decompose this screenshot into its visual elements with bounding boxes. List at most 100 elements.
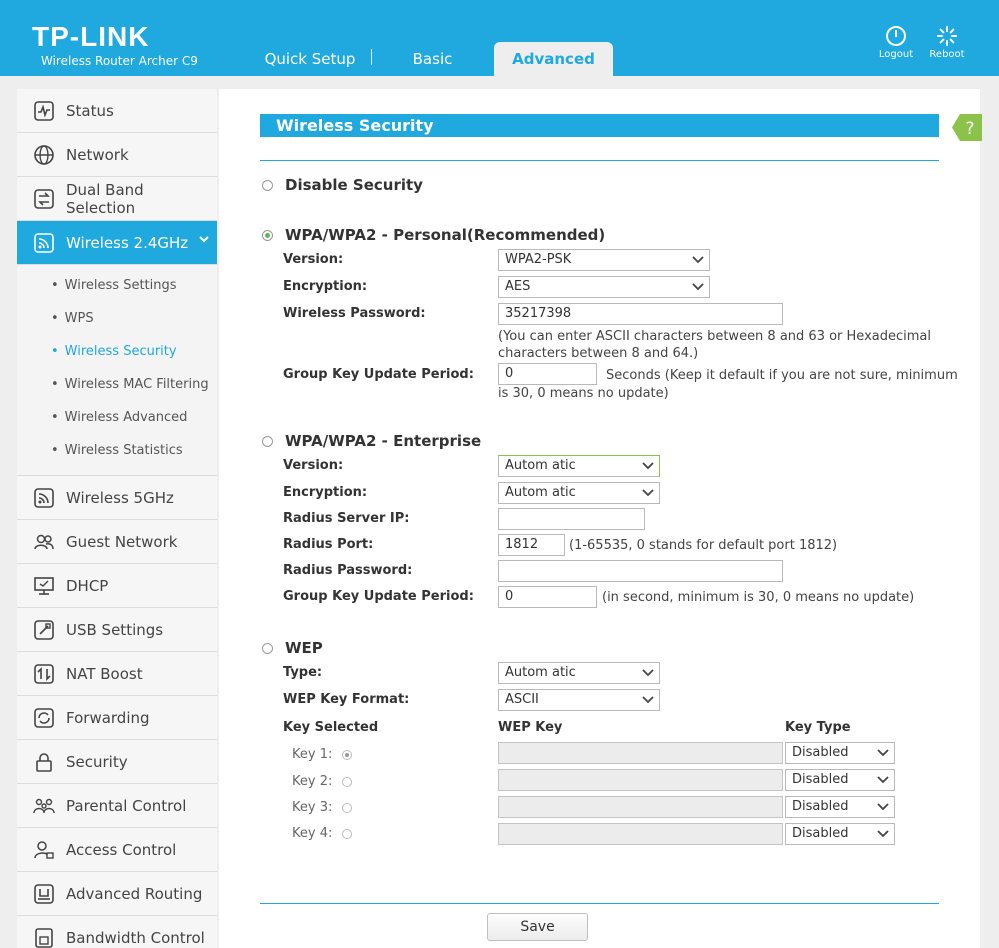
power-icon <box>886 26 906 46</box>
tab-separator <box>371 49 372 65</box>
swap-arrows-icon <box>34 188 54 209</box>
wpa-personal-option[interactable]: WPA/WPA2 - Personal(Recommended) <box>262 226 605 244</box>
col-key-type: Key Type <box>785 720 851 735</box>
sidebar-label: Parental Control <box>66 796 187 815</box>
key-4-type-select[interactable]: Disabled <box>785 823 895 845</box>
wireless-password-label: Wireless Password: <box>283 306 426 321</box>
tab-quick-setup[interactable]: Quick Setup <box>250 42 370 76</box>
sidebar-item-guest-network[interactable]: Guest Network <box>17 520 217 564</box>
wifi-icon <box>34 487 54 508</box>
sub-item-wps[interactable]: WPS <box>17 302 217 335</box>
wep-key-format-label: WEP Key Format: <box>283 692 410 707</box>
sidebar-item-dhcp[interactable]: DHCP <box>17 564 217 608</box>
radius-server-ip-label: Radius Server IP: <box>283 511 410 526</box>
sidebar-label: NAT Boost <box>66 664 143 683</box>
col-wep-key: WEP Key <box>498 720 563 735</box>
password-note-line-1: (You can enter ASCII characters between … <box>498 329 931 344</box>
wep-option[interactable]: WEP <box>262 639 323 657</box>
radius-port-input[interactable]: 1812 <box>498 534 565 556</box>
enterprise-gkup-input[interactable]: 0 <box>498 586 597 608</box>
sidebar-item-advanced-routing[interactable]: Advanced Routing <box>17 872 217 916</box>
enterprise-version-select[interactable]: Autom atic <box>498 455 660 477</box>
sidebar-item-usb-settings[interactable]: USB Settings <box>17 608 217 652</box>
sidebar-item-security[interactable]: Security <box>17 740 217 784</box>
key-3-type-select[interactable]: Disabled <box>785 796 895 818</box>
chevron-down-icon <box>877 803 889 811</box>
wep-radio[interactable] <box>262 642 273 654</box>
key-1-type-value: Disabled <box>792 745 849 760</box>
model-name: Wireless Router Archer C9 <box>41 54 198 68</box>
key-4-radio[interactable] <box>342 829 352 839</box>
logout-button[interactable]: Logout <box>874 25 918 60</box>
wpa-enterprise-radio[interactable] <box>262 435 273 447</box>
reboot-button[interactable]: Reboot <box>925 25 969 60</box>
help-icon[interactable]: ? <box>952 114 982 141</box>
chevron-down-icon <box>877 776 889 784</box>
top-header: TP-LINK Wireless Router Archer C9 Quick … <box>0 0 999 76</box>
key-2-type-select[interactable]: Disabled <box>785 769 895 791</box>
logout-label: Logout <box>878 49 914 60</box>
radius-server-ip-input[interactable] <box>498 508 645 530</box>
enterprise-version-value: Autom atic <box>505 458 576 473</box>
personal-version-select[interactable]: WPA2-PSK <box>498 249 710 271</box>
key-1-input[interactable] <box>498 742 783 764</box>
sidebar-item-bandwidth-control[interactable]: Bandwidth Control <box>17 916 217 948</box>
disable-security-option[interactable]: Disable Security <box>262 176 423 194</box>
password-note-line-2: characters between 8 and 64.) <box>498 346 699 361</box>
key-4-type-value: Disabled <box>792 826 849 841</box>
sidebar-item-dual-band[interactable]: Dual Band Selection <box>17 177 217 221</box>
save-button[interactable]: Save <box>487 913 588 941</box>
radius-password-input[interactable] <box>498 560 783 582</box>
sidebar-label: USB Settings <box>66 620 164 639</box>
sub-item-wireless-advanced[interactable]: Wireless Advanced <box>17 401 217 434</box>
key-3-input[interactable] <box>498 796 783 818</box>
user-lock-icon <box>34 840 54 859</box>
divider <box>260 160 939 161</box>
personal-gkup-note-line-2: is 30, 0 means no update) <box>498 386 669 401</box>
monitor-icon <box>34 576 54 595</box>
personal-gkup-input[interactable]: 0 <box>498 363 597 385</box>
sidebar-item-wireless-24[interactable]: Wireless 2.4GHz <box>17 221 217 265</box>
sidebar-item-forwarding[interactable]: Forwarding <box>17 696 217 740</box>
key-4-input[interactable] <box>498 823 783 845</box>
key-2-type-value: Disabled <box>792 772 849 787</box>
key-2-label: Key 2: <box>292 774 333 789</box>
key-2-input[interactable] <box>498 769 783 791</box>
divider <box>260 903 939 904</box>
key-3-radio[interactable] <box>342 803 352 813</box>
wpa-personal-radio[interactable] <box>262 229 273 241</box>
sub-item-wireless-settings[interactable]: Wireless Settings <box>17 269 217 302</box>
wep-key-format-select[interactable]: ASCII <box>498 689 660 711</box>
chevron-down-icon <box>642 462 654 470</box>
key-1-radio[interactable] <box>342 750 352 760</box>
tab-advanced[interactable]: Advanced <box>494 42 613 76</box>
sidebar-item-wireless-5[interactable]: Wireless 5GHz <box>17 476 217 520</box>
tab-basic[interactable]: Basic <box>380 42 485 76</box>
sidebar-item-parental-control[interactable]: Parental Control <box>17 784 217 828</box>
personal-version-label: Version: <box>283 252 344 267</box>
enterprise-encryption-value: Autom atic <box>505 485 576 500</box>
wpa-enterprise-option[interactable]: WPA/WPA2 - Enterprise <box>262 432 481 450</box>
sidebar-item-status[interactable]: Status <box>17 89 217 133</box>
sidebar-item-access-control[interactable]: Access Control <box>17 828 217 872</box>
cycle-icon <box>34 707 54 728</box>
sidebar-item-nat-boost[interactable]: NAT Boost <box>17 652 217 696</box>
wireless-password-input[interactable]: 35217398 <box>498 303 783 325</box>
enterprise-version-label: Version: <box>283 458 344 473</box>
key-4-label: Key 4: <box>292 826 333 841</box>
router-icon <box>34 883 54 904</box>
enterprise-encryption-select[interactable]: Autom atic <box>498 482 660 504</box>
disable-security-radio[interactable] <box>262 179 273 191</box>
radius-password-label: Radius Password: <box>283 563 413 578</box>
sub-item-wireless-security[interactable]: Wireless Security <box>17 335 217 368</box>
chevron-down-icon <box>642 489 654 497</box>
personal-encryption-select[interactable]: AES <box>498 276 710 298</box>
key-2-radio[interactable] <box>342 777 352 787</box>
sub-item-wireless-statistics[interactable]: Wireless Statistics <box>17 434 217 467</box>
wep-type-select[interactable]: Autom atic <box>498 662 660 684</box>
personal-encryption-value: AES <box>505 279 531 294</box>
lock-icon <box>36 752 52 772</box>
key-1-type-select[interactable]: Disabled <box>785 742 895 764</box>
sidebar-item-network[interactable]: Network <box>17 133 217 177</box>
sub-item-mac-filtering[interactable]: Wireless MAC Filtering <box>17 368 217 401</box>
